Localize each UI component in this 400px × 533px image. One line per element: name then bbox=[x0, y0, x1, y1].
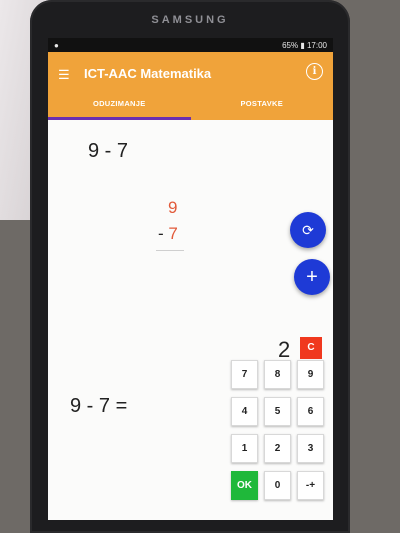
exercise-area: 9 - 7 9 - 7 ⟳ + 2 C 9 - 7 = 7 8 9 4 5 6 … bbox=[48, 120, 333, 520]
key-7[interactable]: 7 bbox=[231, 360, 258, 389]
tab-bar: ODUZIMANJE POSTAVKE bbox=[48, 92, 333, 120]
app-bar: ☰ ICT-AAC Matematika i ODUZIMANJE POSTAV… bbox=[48, 52, 333, 120]
tab-oduzimanje[interactable]: ODUZIMANJE bbox=[48, 92, 191, 120]
key-2[interactable]: 2 bbox=[264, 434, 291, 463]
key-0[interactable]: 0 bbox=[264, 471, 291, 500]
clock: 17:00 bbox=[306, 40, 327, 50]
battery-icon: ▮ bbox=[300, 40, 305, 50]
refresh-icon: ⟳ bbox=[302, 222, 314, 238]
refresh-button[interactable]: ⟳ bbox=[290, 212, 326, 248]
task-expression: 9 - 7 bbox=[88, 140, 129, 162]
app-title: ICT-AAC Matematika bbox=[84, 66, 212, 81]
key-4[interactable]: 4 bbox=[231, 397, 258, 426]
add-button[interactable]: + bbox=[294, 259, 330, 295]
clear-button[interactable]: C bbox=[300, 337, 322, 359]
brand-logo: SAMSUNG bbox=[151, 14, 229, 26]
minus-sign: - bbox=[158, 224, 169, 243]
key-3[interactable]: 3 bbox=[297, 434, 324, 463]
key-1[interactable]: 1 bbox=[231, 434, 258, 463]
key-6[interactable]: 6 bbox=[297, 397, 324, 426]
status-left: ● bbox=[54, 40, 59, 50]
app-screen: ● 65% ▮ 17:00 ☰ ICT-AAC Matematika i ODU… bbox=[48, 38, 333, 520]
column-divider bbox=[156, 250, 184, 251]
status-right: 65% ▮ 17:00 bbox=[282, 41, 327, 50]
number-keypad: 7 8 9 4 5 6 1 2 3 OK 0 -+ bbox=[231, 360, 331, 500]
key-5[interactable]: 5 bbox=[264, 397, 291, 426]
status-bar: ● 65% ▮ 17:00 bbox=[48, 38, 333, 52]
key-8[interactable]: 8 bbox=[264, 360, 291, 389]
column-subtrahend: 7 bbox=[168, 224, 178, 243]
sign-toggle-button[interactable]: -+ bbox=[297, 471, 324, 500]
key-9[interactable]: 9 bbox=[297, 360, 324, 389]
column-subtrahend-row: - 7 bbox=[158, 224, 178, 244]
battery-level: 65% bbox=[282, 40, 299, 50]
ok-button[interactable]: OK bbox=[231, 471, 258, 500]
phone-frame: SAMSUNG ● 65% ▮ 17:00 ☰ ICT-AAC Matemati… bbox=[30, 0, 350, 533]
hamburger-icon[interactable]: ☰ bbox=[58, 67, 70, 83]
info-icon[interactable]: i bbox=[306, 63, 323, 80]
column-minuend: 9 bbox=[168, 198, 178, 217]
tab-postavke[interactable]: POSTAVKE bbox=[191, 92, 334, 120]
answer-expression: 9 - 7 = bbox=[70, 395, 128, 417]
